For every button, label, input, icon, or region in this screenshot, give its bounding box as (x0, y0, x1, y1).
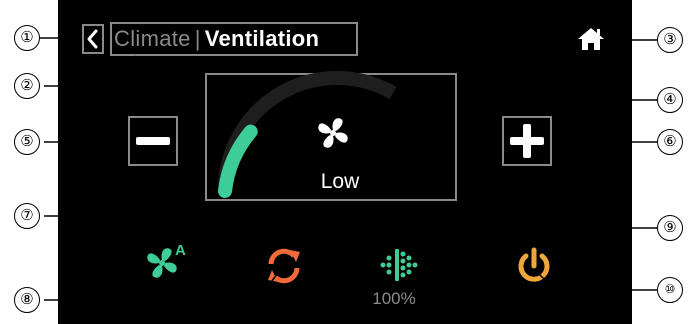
callout-8: ⑧ (14, 287, 40, 313)
title-current: Ventilation (204, 26, 320, 51)
callout-3: ③ (657, 27, 683, 53)
chevron-left-icon (87, 29, 98, 49)
callout-2: ② (14, 73, 40, 99)
back-button[interactable] (82, 24, 104, 54)
filter-icon[interactable] (375, 246, 419, 284)
auto-fan-icon[interactable]: A (142, 238, 192, 284)
home-icon[interactable] (576, 26, 606, 52)
callout-6: ⑥ (657, 129, 683, 155)
power-icon[interactable] (514, 246, 554, 286)
decrease-fan-button[interactable] (128, 116, 178, 166)
filter-percentage: 100% (372, 289, 416, 308)
page-title: Climate | Ventilation (114, 26, 319, 52)
minus-icon (136, 137, 170, 145)
increase-fan-button[interactable] (502, 116, 552, 166)
callout-4: ④ (657, 87, 683, 113)
fan-icon (318, 118, 348, 148)
auto-badge: A (175, 242, 186, 259)
callout-10: ⑩ (657, 277, 683, 303)
callout-1: ① (14, 25, 40, 51)
fan-speed-label: Low (320, 170, 360, 193)
plus-icon (510, 124, 544, 158)
breadcrumb-separator: | (194, 26, 201, 51)
callout-7: ⑦ (14, 203, 40, 229)
callout-9: ⑨ (657, 215, 683, 241)
breadcrumb-parent[interactable]: Climate (114, 26, 191, 51)
callout-5: ⑤ (14, 129, 40, 155)
recirculation-icon[interactable] (264, 246, 304, 286)
